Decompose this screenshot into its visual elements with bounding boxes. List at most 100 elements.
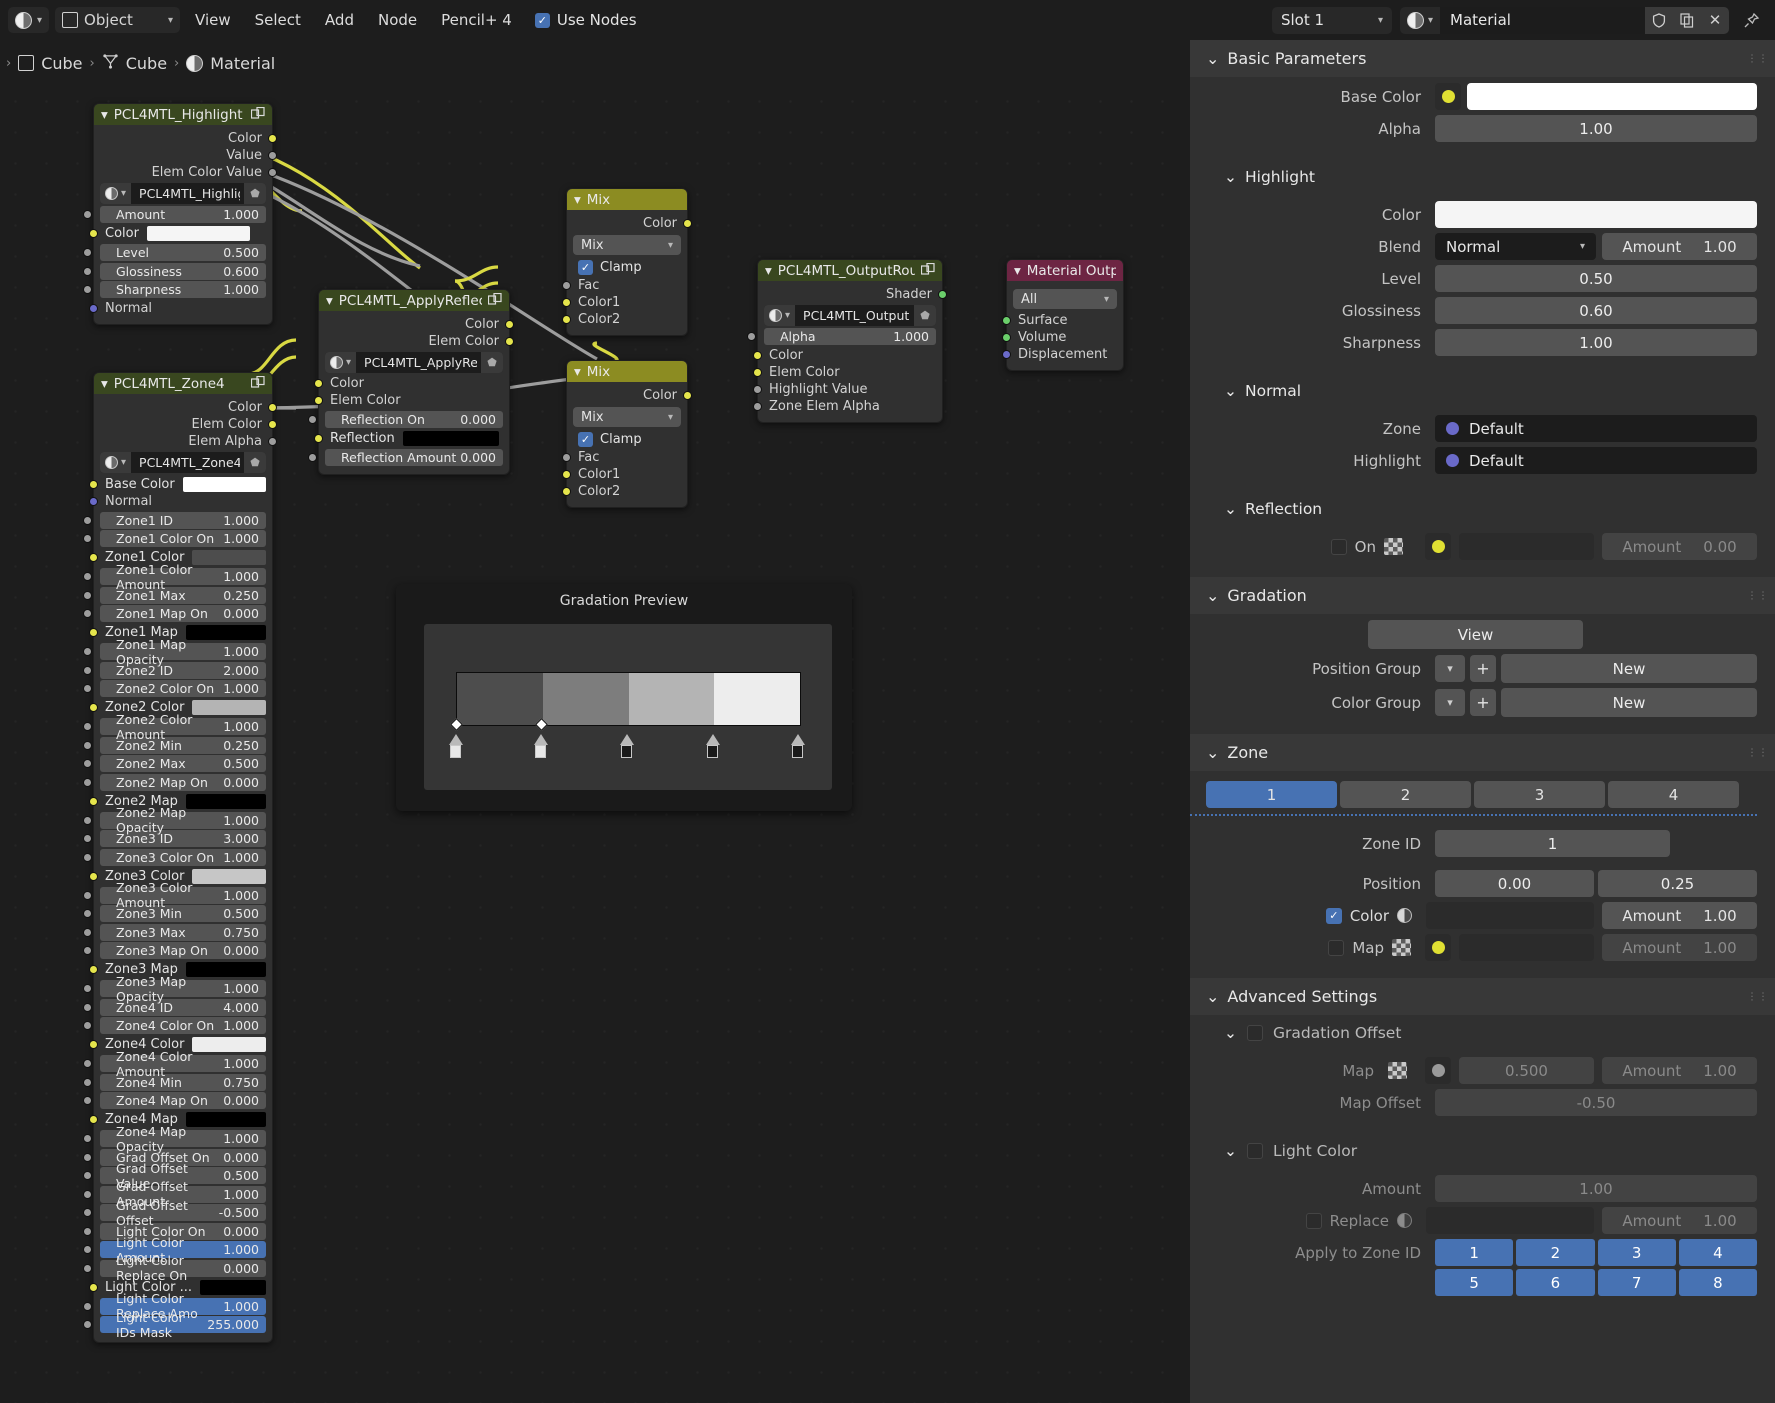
socket-color[interactable] [89, 1115, 98, 1124]
socket-color2[interactable] [562, 315, 571, 324]
socket-input[interactable] [83, 984, 92, 993]
socket-input[interactable] [83, 1171, 92, 1180]
socket-input[interactable] [83, 1077, 92, 1087]
node-output-elem-alpha[interactable]: Elem Alpha [94, 433, 277, 450]
socket-input[interactable] [83, 1245, 92, 1254]
apply-zone-id-7[interactable]: 7 [1597, 1269, 1676, 1296]
node-input-volume[interactable]: Volume [1002, 329, 1123, 346]
socket-input[interactable] [83, 815, 92, 825]
node-output-color[interactable]: Color [94, 130, 277, 147]
socket-input[interactable] [83, 1208, 92, 1217]
light-color-replace-checkbox[interactable]: ✓ [1305, 1212, 1322, 1229]
socket-color1[interactable] [562, 470, 571, 479]
socket-input[interactable] [89, 497, 98, 506]
color-wheel-icon[interactable] [1397, 908, 1412, 923]
socket-input[interactable] [83, 740, 92, 750]
socket-color[interactable] [89, 965, 98, 974]
socket-surface[interactable] [1002, 316, 1011, 325]
position-group-add-button[interactable]: + [1470, 655, 1496, 682]
socket-input[interactable] [83, 722, 92, 731]
node-input-zone2-color[interactable]: Zone2 Color [89, 699, 272, 717]
socket-input[interactable] [83, 1059, 92, 1068]
blend-mode-dropdown[interactable]: Mix ▾ [573, 235, 681, 255]
panel-header-gradation-offset[interactable]: ⌄ ✓ Gradation Offset [1190, 1015, 1775, 1051]
node-input-color[interactable]: Color [89, 225, 272, 243]
collapse-chevron-icon[interactable]: ▾ [101, 376, 108, 392]
node-input-zone4-color-amount[interactable]: Zone4 Color Amount 1.000 [83, 1049, 266, 1079]
node-group-datablock[interactable]: ▾ PCL4MTL_Highlight ⬟ [100, 183, 266, 204]
unlink-material-x-icon[interactable]: ✕ [1701, 6, 1729, 34]
node-header[interactable]: ▾ PCL4MTL_ApplyReflection [319, 290, 509, 311]
socket-reflection[interactable] [314, 433, 323, 443]
level-slider[interactable]: 0.50 [1435, 265, 1757, 292]
node-group-name[interactable]: PCL4MTL_ApplyReflection [360, 355, 477, 370]
zone-id-field[interactable]: 1 [1435, 830, 1670, 857]
node-header[interactable]: ▾ PCL4MTL_Highlight [94, 104, 272, 125]
node-group-datablock[interactable]: ▾ PCL4MTL_Zone4 ⬟ [100, 452, 266, 473]
color-group-new-button[interactable]: New [1501, 688, 1757, 717]
shader-type-dropdown[interactable]: Object ▾ [55, 7, 181, 33]
panel-header-advanced-settings[interactable]: ⌄ Advanced Settings ⋮⋮ [1190, 978, 1775, 1015]
grad-offset-map-value[interactable]: 0.500 [1459, 1057, 1594, 1084]
node-input-zone1-max[interactable]: Zone1 Max 0.250 [83, 586, 266, 604]
position-max-field[interactable]: 0.25 [1598, 870, 1757, 897]
apply-zone-id-8[interactable]: 8 [1678, 1269, 1757, 1296]
zone-color-checkbox[interactable]: ✓ [1325, 907, 1342, 924]
node-input-color[interactable]: Color [314, 375, 509, 392]
node-input-normal[interactable]: Normal [89, 493, 272, 510]
node-input-color1[interactable]: Color1 [562, 466, 687, 483]
socket-fac[interactable] [562, 281, 571, 290]
node-output-color[interactable]: Color [319, 316, 514, 333]
node-input-color2[interactable]: Color2 [562, 311, 687, 328]
zone-tab-2[interactable]: 2 [1340, 781, 1471, 808]
base-color-swatch[interactable] [1467, 83, 1757, 110]
node-mix-top[interactable]: ▾ Mix Color Mix ▾ ✓ Clamp Fac Color1 Col… [562, 188, 692, 336]
node-group-name[interactable]: PCL4MTL_Zone4 [135, 455, 240, 470]
socket-input[interactable] [83, 665, 92, 675]
gradation-preview-canvas[interactable] [424, 624, 832, 790]
socket-elem-color-value[interactable] [268, 168, 277, 177]
node-input-reflection-on[interactable]: Reflection On 0.000 [308, 410, 503, 428]
node-group-browse[interactable]: ▾ [100, 183, 132, 204]
node-input-normal[interactable]: Normal [89, 300, 272, 317]
zone-map-amount[interactable]: Amount 1.00 [1602, 934, 1757, 961]
node-input-sharpness[interactable]: Sharpness 1.000 [83, 281, 266, 298]
node-header[interactable]: ▾ Mix [567, 361, 687, 382]
socket-input[interactable] [83, 777, 92, 787]
node-input-zone1-color[interactable]: Zone1 Color [89, 549, 272, 567]
node-input-fac[interactable]: Fac [562, 449, 687, 466]
grad-offset-map-amount[interactable]: Amount 1.00 [1602, 1057, 1757, 1084]
color-swatch[interactable] [185, 1112, 266, 1127]
material-browse-button[interactable]: ▾ [1399, 6, 1440, 34]
socket-input[interactable] [83, 1320, 92, 1329]
socket-volume[interactable] [1002, 333, 1011, 342]
zone-tab-4[interactable]: 4 [1608, 781, 1739, 808]
menu-view[interactable]: View [186, 7, 240, 33]
color-group-dropdown[interactable]: ▾ [1435, 689, 1465, 716]
socket-input[interactable] [83, 572, 92, 581]
base-color-link-dot[interactable] [1435, 83, 1461, 110]
socket-fac[interactable] [562, 453, 571, 462]
breadcrumb-material[interactable]: Material [210, 54, 275, 73]
node-group-name[interactable]: PCL4MTL_OutputRouter [799, 308, 910, 323]
light-replace-amount[interactable]: Amount 1.00 [1602, 1207, 1757, 1234]
node-input-zone3-map[interactable]: Zone3 Map [89, 961, 272, 979]
socket-shader[interactable] [938, 290, 947, 299]
socket-color[interactable] [89, 1040, 98, 1049]
breadcrumb-expand-icon[interactable]: › [6, 56, 11, 71]
node-input-zone2-color-on[interactable]: Zone2 Color On 1.000 [83, 680, 266, 697]
collapse-chevron-icon[interactable]: ▾ [101, 107, 108, 123]
glossiness-slider[interactable]: 0.60 [1435, 297, 1757, 324]
socket-reflection-on[interactable] [308, 414, 317, 424]
socket-input[interactable] [83, 927, 92, 937]
socket-color1[interactable] [562, 298, 571, 307]
blend-mode-dropdown[interactable]: Normal ▾ [1435, 233, 1596, 260]
socket-input[interactable] [83, 890, 92, 900]
socket-elem-color[interactable] [314, 396, 323, 405]
node-pcl4mtl-highlight[interactable]: ▾ PCL4MTL_Highlight Color Value Elem Col… [83, 103, 277, 325]
panel-header-highlight[interactable]: ⌄ Highlight [1190, 159, 1775, 195]
node-input-elem-color[interactable]: Elem Color [753, 364, 942, 381]
node-input-zone2-map-opacity[interactable]: Zone2 Map Opacity 1.000 [83, 805, 266, 835]
gradation-view-button[interactable]: View [1368, 620, 1583, 649]
normal-highlight-select[interactable]: Default [1435, 447, 1757, 474]
